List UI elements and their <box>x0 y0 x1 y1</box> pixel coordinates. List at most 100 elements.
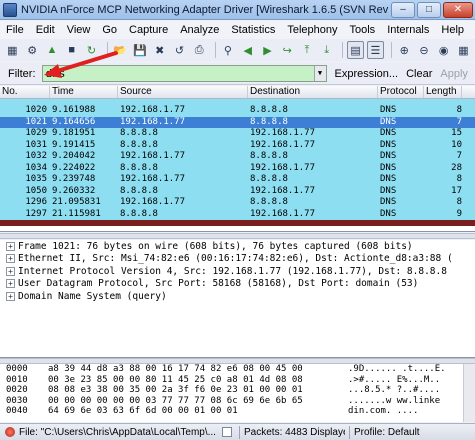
table-row[interactable]: 1020 9.161988 192.168.1.77 8.8.8.8 DNS 8 <box>0 105 475 117</box>
table-row[interactable]: 1050 9.260332 8.8.8.8 192.168.1.77 DNS 17 <box>0 185 475 197</box>
col-header-protocol[interactable]: Protocol <box>378 86 424 98</box>
cell-len: 28 <box>451 162 462 173</box>
colorize-icon[interactable]: ▤ <box>347 41 364 59</box>
zoom-in-icon[interactable]: ⊕ <box>396 41 413 59</box>
cell-proto: DNS <box>380 208 397 219</box>
expert-info-icon[interactable] <box>5 427 15 437</box>
col-header-no[interactable]: No. <box>0 86 50 98</box>
menu-statistics[interactable]: Statistics <box>225 24 281 36</box>
cell-dst: 192.168.1.77 <box>250 185 316 196</box>
table-row[interactable]: 1296 21.095831 192.168.1.77 8.8.8.8 DNS 8 <box>0 197 475 209</box>
packet-bytes-pane[interactable]: 0000 a8 39 44 d8 a3 88 00 16 17 74 82 e6 … <box>0 364 475 422</box>
packet-details-pane[interactable]: + Frame 1021: 76 bytes on wire (608 bits)… <box>0 240 475 358</box>
resize-columns-icon[interactable]: ▦ <box>455 41 472 59</box>
menu-go[interactable]: Go <box>96 24 123 36</box>
find-packet-icon[interactable]: ⚲ <box>220 41 237 59</box>
packet-list-pane[interactable]: No. Time Source Destination Protocol Len… <box>0 86 475 232</box>
last-packet-icon[interactable]: ⤓ <box>318 41 335 59</box>
cell-len: 9 <box>456 208 462 219</box>
minimize-button[interactable]: – <box>391 1 415 18</box>
apply-button[interactable]: Apply <box>440 68 468 80</box>
cell-proto: DNS <box>380 105 397 115</box>
display-filter-input[interactable]: dns ▼ <box>41 65 327 82</box>
cell-dst: 8.8.8.8 <box>250 151 288 161</box>
hex-row: 0030 00 00 00 00 00 00 03 77 77 77 08 6c … <box>6 395 441 406</box>
col-header-source[interactable]: Source <box>118 86 248 98</box>
tree-item-dns[interactable]: + Domain Name System (query) <box>0 290 475 303</box>
expand-icon[interactable]: + <box>6 291 15 301</box>
menu-bar: File Edit View Go Capture Analyze Statis… <box>0 21 475 39</box>
close-file-icon[interactable]: ✖ <box>151 41 168 59</box>
menu-telephony[interactable]: Telephony <box>281 24 343 36</box>
table-row[interactable] <box>0 220 475 226</box>
cell-proto: DNS <box>380 151 397 161</box>
tree-item-ethernet[interactable]: + Ethernet II, Src: Msi_74:82:e6 (00:16:1… <box>0 253 475 266</box>
col-header-time[interactable]: Time <box>50 86 118 98</box>
status-profile[interactable]: Profile: Default <box>354 427 420 438</box>
toolbar-separator <box>342 42 344 58</box>
cell-len: 7 <box>456 116 462 127</box>
cell-src: 8.8.8.8 <box>120 208 158 219</box>
col-header-length[interactable]: Length <box>424 86 462 98</box>
open-file-icon[interactable]: 📂 <box>112 41 129 59</box>
cell-time: 21.115981 <box>52 208 101 219</box>
cell-time: 9.260332 <box>52 185 96 196</box>
table-row[interactable]: 1035 9.239748 192.168.1.77 8.8.8.8 DNS 8 <box>0 174 475 186</box>
reload-icon[interactable]: ↺ <box>171 41 188 59</box>
tree-item-ip[interactable]: + Internet Protocol Version 4, Src: 192.1… <box>0 265 475 278</box>
menu-analyze[interactable]: Analyze <box>174 24 225 36</box>
restart-capture-icon[interactable]: ↻ <box>83 41 100 59</box>
cell-no: 1296 <box>25 197 47 207</box>
menu-internals[interactable]: Internals <box>381 24 435 36</box>
options-icon[interactable]: ⚙ <box>24 41 41 59</box>
go-to-packet-icon[interactable]: ↪ <box>279 41 296 59</box>
status-packets: Packets: 4483 Displaye... <box>244 426 345 438</box>
table-row[interactable]: 1021 9.164656 192.168.1.77 8.8.8.8 DNS 7 <box>0 116 475 128</box>
menu-tools[interactable]: Tools <box>344 24 382 36</box>
go-forward-icon[interactable]: ▶ <box>259 41 276 59</box>
menu-view[interactable]: View <box>61 24 97 36</box>
table-row[interactable]: 1031 9.191415 8.8.8.8 192.168.1.77 DNS 10 <box>0 139 475 151</box>
table-row[interactable]: 1032 9.204042 192.168.1.77 8.8.8.8 DNS 7 <box>0 151 475 163</box>
hex-row: 0020 08 08 e3 38 00 35 00 2a 3f f6 0e 23 … <box>6 385 441 395</box>
maximize-button[interactable]: □ <box>417 1 441 18</box>
tree-item-frame[interactable]: + Frame 1021: 76 bytes on wire (608 bits)… <box>0 240 475 253</box>
status-separator <box>239 425 240 439</box>
zoom-normal-icon[interactable]: ◉ <box>435 41 452 59</box>
expand-icon[interactable]: + <box>6 279 15 289</box>
menu-help[interactable]: Help <box>435 24 470 36</box>
expand-icon[interactable]: + <box>6 254 15 264</box>
cell-no: 1029 <box>25 128 47 138</box>
toolbar-separator <box>390 42 392 58</box>
table-row[interactable]: 1034 9.224022 8.8.8.8 192.168.1.77 DNS 28 <box>0 162 475 174</box>
start-capture-icon[interactable]: ▲ <box>44 41 61 59</box>
table-row[interactable]: 1029 9.181951 8.8.8.8 192.168.1.77 DNS 15 <box>0 128 475 140</box>
vertical-scrollbar[interactable] <box>463 364 475 422</box>
capture-comments-icon[interactable] <box>222 427 232 437</box>
save-file-icon[interactable]: 💾 <box>132 41 149 59</box>
expression-button[interactable]: Expression... <box>335 68 399 80</box>
expand-icon[interactable]: + <box>6 266 15 276</box>
first-packet-icon[interactable]: ⤒ <box>299 41 316 59</box>
col-header-destination[interactable]: Destination <box>248 86 378 98</box>
stop-capture-icon[interactable]: ■ <box>63 41 80 59</box>
pane-splitter[interactable] <box>0 233 475 239</box>
close-button[interactable]: ✕ <box>443 1 473 18</box>
table-row[interactable]: 1297 21.115981 8.8.8.8 192.168.1.77 DNS 9 <box>0 208 475 220</box>
menu-file[interactable]: File <box>0 24 30 36</box>
clear-button[interactable]: Clear <box>406 68 432 80</box>
chevron-down-icon[interactable]: ▼ <box>313 66 326 81</box>
autoscroll-icon[interactable]: ☰ <box>366 41 384 59</box>
menu-capture[interactable]: Capture <box>123 24 174 36</box>
print-icon[interactable]: ⎙ <box>191 41 208 59</box>
tree-item-udp[interactable]: + User Datagram Protocol, Src Port: 58168… <box>0 278 475 291</box>
go-back-icon[interactable]: ◀ <box>239 41 256 59</box>
zoom-out-icon[interactable]: ⊖ <box>416 41 433 59</box>
cell-dst: 8.8.8.8 <box>250 197 288 207</box>
cell-len: 8 <box>456 105 462 115</box>
menu-edit[interactable]: Edit <box>30 24 61 36</box>
cell-no: 1034 <box>25 162 47 173</box>
cell-dst: 8.8.8.8 <box>250 116 288 127</box>
interfaces-icon[interactable]: ▦ <box>4 41 21 59</box>
expand-icon[interactable]: + <box>6 241 15 251</box>
